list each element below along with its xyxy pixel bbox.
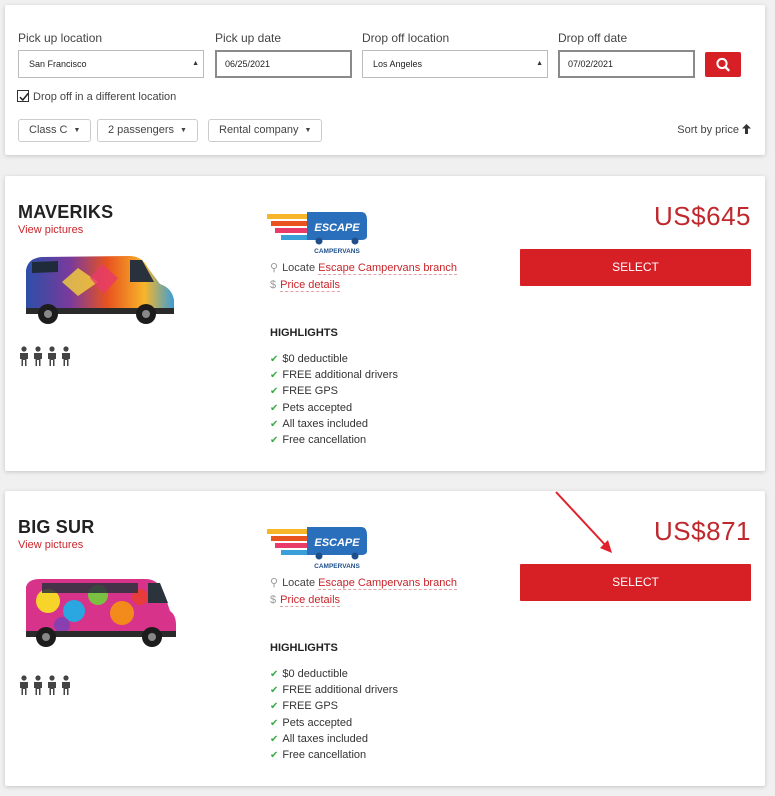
escape-campervans-logo: ESCAPE CAMPERVANS — [267, 212, 367, 255]
class-filter[interactable]: Class C ▼ — [18, 119, 92, 142]
branch-link[interactable]: Escape Campervans branch — [318, 262, 457, 275]
highlight-item: ✔ Pets accepted — [270, 401, 353, 414]
check-icon: ✔ — [270, 749, 279, 761]
price-details-row: $ Price details — [270, 594, 341, 607]
caret-down-icon: ▼ — [73, 127, 81, 134]
locate-branch: ⚲ Locate Escape Campervans branch — [270, 261, 457, 275]
vehicle-name: MAVERIKS — [18, 202, 114, 222]
different-location-label[interactable]: Drop off in a different location — [33, 91, 176, 103]
highlight-item: ✔ All taxes included — [270, 732, 368, 745]
dropoff-location-label: Drop off location — [362, 31, 450, 45]
highlight-item: ✔ Pets accepted — [270, 716, 353, 729]
pickup-location-value: San Francisco — [29, 59, 87, 69]
highlight-item: ✔ Free cancellation — [270, 748, 367, 761]
highlight-item: ✔ FREE GPS — [270, 385, 339, 398]
van-image — [26, 256, 174, 324]
dollar-icon: $ — [270, 594, 277, 606]
passengers-filter[interactable]: 2 passengers ▼ — [97, 119, 198, 142]
locate-prefix: Locate — [282, 262, 316, 274]
check-icon: ✔ — [270, 418, 279, 430]
check-icon: ✔ — [270, 701, 279, 713]
caret-down-icon: ▼ — [180, 127, 187, 134]
highlight-item: ✔ $0 deductible — [270, 668, 348, 680]
logo-brand-bottom: CAMPERVANS — [314, 563, 360, 570]
search-panel: Pick up location San Francisco ▲ Pick up… — [5, 5, 765, 155]
select-button[interactable]: SELECT — [520, 564, 751, 601]
dropoff-date-label: Drop off date — [558, 31, 628, 45]
check-icon: ✔ — [270, 669, 279, 680]
class-filter-label: Class C — [29, 124, 68, 136]
dollar-icon: $ — [270, 279, 277, 291]
price: US$871 — [654, 516, 751, 546]
check-icon: ✔ — [270, 717, 279, 729]
search-icon — [716, 57, 730, 72]
highlight-item: ✔ FREE additional drivers — [270, 369, 398, 382]
highlight-item: ✔ FREE GPS — [270, 700, 339, 713]
pickup-location-label: Pick up location — [18, 31, 103, 45]
sort-by-price[interactable]: Sort by price — [677, 124, 751, 136]
caret-down-icon: ▼ — [304, 127, 312, 134]
logo-brand-top: ESCAPE — [314, 537, 360, 549]
escape-campervans-logo: ESCAPE CAMPERVANS — [267, 527, 367, 570]
highlights-list: ✔ $0 deductible ✔ FREE additional drivers … — [270, 351, 398, 448]
highlights-list: ✔ $0 deductible ✔ FREE additional drivers … — [270, 666, 398, 763]
van-image — [26, 579, 176, 647]
highlight-item: ✔ $0 deductible — [270, 353, 348, 365]
price: US$645 — [654, 201, 751, 231]
select-button[interactable]: SELECT — [520, 249, 751, 286]
dropoff-location-select[interactable]: Los Angeles ▲ — [362, 50, 548, 78]
logo-brand-bottom: CAMPERVANS — [314, 248, 360, 255]
check-icon: ✔ — [270, 402, 279, 414]
vehicle-name: BIG SUR — [18, 517, 95, 537]
highlight-item: ✔ Free cancellation — [270, 433, 367, 446]
search-button[interactable] — [705, 52, 741, 77]
highlight-item: ✔ All taxes included — [270, 417, 368, 430]
branch-link[interactable]: Escape Campervans branch — [318, 577, 457, 590]
listing-card-maveriks: MAVERIKS View pictures ESCAPE CAMPERVANS… — [5, 176, 765, 471]
checkmark-icon — [19, 92, 29, 102]
locate-prefix: Locate — [282, 577, 316, 589]
dropoff-location-value: Los Angeles — [373, 59, 423, 69]
check-icon: ✔ — [270, 370, 279, 382]
map-marker-icon: ⚲ — [270, 577, 279, 589]
highlights-title: HIGHLIGHTS — [270, 327, 338, 339]
check-icon: ✔ — [270, 685, 279, 697]
passenger-capacity-icon — [20, 675, 70, 695]
check-icon: ✔ — [270, 386, 279, 398]
pickup-date-label: Pick up date — [215, 31, 282, 45]
logo-brand-top: ESCAPE — [314, 222, 360, 234]
annotation-arrow-icon — [555, 491, 612, 553]
view-pictures-link[interactable]: View pictures — [18, 539, 83, 551]
price-details-row: $ Price details — [270, 279, 341, 292]
map-marker-icon: ⚲ — [270, 262, 279, 274]
locate-branch: ⚲ Locate Escape Campervans branch — [270, 576, 457, 590]
pickup-location-select[interactable]: San Francisco ▲ — [18, 50, 204, 78]
passenger-capacity-icon — [20, 346, 70, 366]
sort-label: Sort by price — [677, 124, 739, 136]
check-icon: ✔ — [270, 354, 279, 365]
listing-card-big-sur: BIG SUR View pictures ESCAPE CAMPERVANS — [5, 491, 765, 786]
pickup-date-input[interactable]: 06/25/2021 — [215, 50, 352, 78]
highlights-title: HIGHLIGHTS — [270, 642, 338, 654]
dropoff-date-input[interactable]: 07/02/2021 — [558, 50, 695, 78]
rental-company-filter[interactable]: Rental company ▼ — [208, 119, 323, 142]
price-details-link[interactable]: Price details — [280, 279, 341, 292]
price-details-link[interactable]: Price details — [280, 594, 341, 607]
passengers-filter-label: 2 passengers — [108, 124, 175, 136]
rental-company-filter-label: Rental company — [219, 124, 299, 136]
view-pictures-link[interactable]: View pictures — [18, 224, 83, 236]
highlight-item: ✔ FREE additional drivers — [270, 684, 398, 697]
chevron-down-icon: ▲ — [192, 60, 199, 67]
different-location-checkbox[interactable] — [17, 90, 29, 102]
arrow-up-icon — [742, 124, 751, 134]
check-icon: ✔ — [270, 434, 279, 446]
chevron-down-icon: ▲ — [536, 60, 543, 67]
check-icon: ✔ — [270, 733, 279, 745]
